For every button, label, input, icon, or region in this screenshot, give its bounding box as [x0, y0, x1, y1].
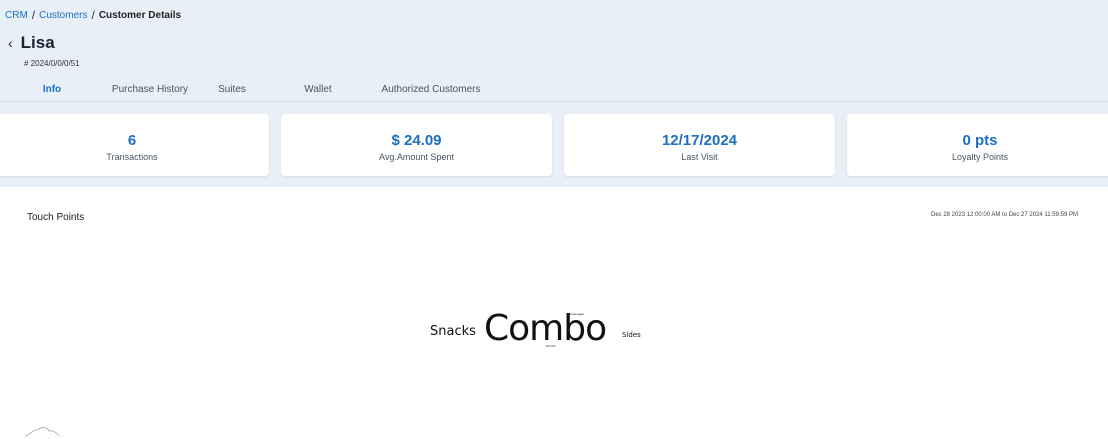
breadcrumb-customers[interactable]: Customers: [39, 10, 87, 21]
stat-label: Transactions: [106, 152, 158, 162]
stat-card-last-visit: 12/17/2024 Last Visit: [564, 114, 835, 176]
cloud-outline-icon: [24, 424, 60, 439]
tab-bar: Info Purchase History Suites Wallet Auth…: [5, 84, 489, 102]
breadcrumb-separator: /: [91, 8, 95, 22]
stat-label: Loyalty Points: [951, 152, 1009, 162]
customer-id: # 2024/0/0/0/51: [24, 59, 80, 68]
date-range: Dec 28 2023 12:00:00 AM to Dec 27 2024 1…: [931, 212, 1078, 218]
touch-points-title: Touch Points: [27, 212, 85, 223]
breadcrumb-crm[interactable]: CRM: [5, 10, 28, 21]
wordcloud-word-drinks: Drinks: [546, 344, 556, 348]
wordcloud-word-combo: Combo: [484, 308, 607, 349]
stat-label: Avg.Amount Spent: [379, 152, 454, 162]
tab-purchase-history[interactable]: Purchase History: [99, 84, 201, 102]
stat-value: $ 24.09: [391, 132, 442, 149]
touch-points-wordcloud: Snacks Combo Sides Beverages Drinks: [0, 300, 1108, 360]
title-row: ‹ Lisa: [8, 33, 55, 53]
tab-info[interactable]: Info: [5, 84, 99, 102]
stat-card-transactions: 6 Transactions: [0, 114, 269, 176]
breadcrumb-customer-details: Customer Details: [98, 9, 182, 21]
stats-row: 6 Transactions $ 24.09 Avg.Amount Spent …: [0, 114, 1108, 176]
breadcrumb-separator: /: [31, 8, 36, 22]
tab-wallet[interactable]: Wallet: [263, 84, 373, 102]
stat-value: 6: [127, 132, 137, 149]
tabs-divider: [0, 101, 1108, 102]
page-title: Lisa: [20, 33, 55, 52]
stat-value: 12/17/2024: [661, 132, 738, 149]
arrow-left-icon[interactable]: ‹: [8, 35, 13, 51]
wordcloud-word-snacks: Snacks: [430, 324, 476, 339]
breadcrumb: CRM / Customers / Customer Details: [5, 8, 181, 22]
wordcloud-word-beverages: Beverages: [568, 312, 584, 316]
stat-value: 0 pts: [962, 132, 998, 149]
tab-suites[interactable]: Suites: [201, 84, 263, 102]
stat-card-avg-amount: $ 24.09 Avg.Amount Spent: [281, 114, 552, 176]
stat-label: Last Visit: [681, 152, 718, 162]
stat-card-loyalty-points: 0 pts Loyalty Points: [847, 114, 1108, 176]
wordcloud-word-sides: Sides: [622, 331, 641, 339]
tab-authorized-customers[interactable]: Authorized Customers: [373, 84, 489, 102]
